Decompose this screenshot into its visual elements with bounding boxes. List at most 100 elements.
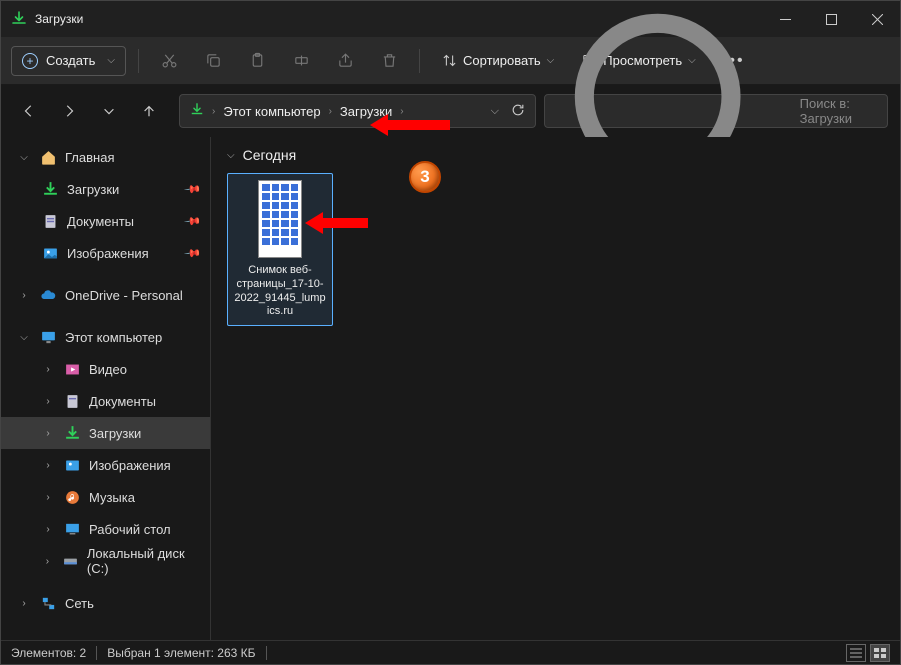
chevron-down-icon: ⌵ (107, 55, 115, 66)
desktop-icon (63, 520, 81, 538)
back-button[interactable] (13, 95, 45, 127)
sidebar-item-downloads[interactable]: Загрузки 📌 (1, 173, 210, 205)
sidebar-item-label: Изображения (89, 458, 171, 473)
sidebar-item-documents2[interactable]: › Документы (1, 385, 210, 417)
status-item-count: Элементов: 2 (11, 646, 86, 660)
chevron-right-icon: › (329, 106, 332, 117)
file-item-selected[interactable]: Снимок веб-страницы_17-10-2022_91445_lum… (227, 173, 333, 326)
sidebar-item-label: Локальный диск (C:) (87, 546, 200, 576)
annotation-arrow (305, 212, 368, 234)
file-name: Снимок веб-страницы_17-10-2022_91445_lum… (234, 264, 326, 319)
plus-icon: + (22, 53, 38, 69)
window-title: Загрузки (35, 12, 83, 26)
chevron-right-icon: › (212, 106, 215, 117)
music-icon (63, 488, 81, 506)
file-thumbnail (258, 180, 302, 258)
sidebar-item-label: Музыка (89, 490, 135, 505)
status-selection: Выбран 1 элемент: 263 КБ (107, 646, 255, 660)
share-icon[interactable] (327, 45, 363, 77)
copy-icon[interactable] (195, 45, 231, 77)
sidebar-item-label: Документы (67, 214, 134, 229)
search-input[interactable]: Поиск в: Загрузки (544, 94, 888, 128)
new-button[interactable]: + Создать ⌵ (11, 46, 126, 76)
chevron-down-icon[interactable]: ⌵ (491, 105, 499, 118)
sidebar-item-desktop[interactable]: › Рабочий стол (1, 513, 210, 545)
sidebar-item-music[interactable]: › Музыка (1, 481, 210, 513)
sidebar-item-documents[interactable]: Документы 📌 (1, 205, 210, 237)
chevron-down-icon: ⌵ (17, 152, 31, 163)
downloads-icon (41, 180, 59, 198)
maximize-button[interactable] (808, 1, 854, 37)
downloads-icon (190, 103, 204, 120)
view-icons-button[interactable] (870, 644, 890, 662)
chevron-right-icon: › (17, 290, 31, 301)
group-header[interactable]: ⌵ Сегодня (227, 147, 884, 163)
chevron-right-icon: › (41, 556, 54, 567)
home-icon (39, 148, 57, 166)
sidebar-item-home[interactable]: ⌵ Главная (1, 141, 210, 173)
body: ⌵ Главная Загрузки 📌 Документы 📌 Изображ… (1, 137, 900, 640)
downloads-icon (63, 424, 81, 442)
documents-icon (63, 392, 81, 410)
address-bar[interactable]: › Этот компьютер › Загрузки › ⌵ (179, 94, 536, 128)
sidebar-item-thispc[interactable]: ⌵ Этот компьютер (1, 321, 210, 353)
recent-button[interactable] (93, 95, 125, 127)
sidebar-item-label: Главная (65, 150, 114, 165)
cut-icon[interactable] (151, 45, 187, 77)
chevron-down-icon: ⌵ (547, 55, 555, 66)
sidebar: ⌵ Главная Загрузки 📌 Документы 📌 Изображ… (1, 137, 211, 640)
pin-icon: 📌 (184, 180, 203, 199)
annotation-badge-3: 3 (409, 161, 441, 193)
new-button-label: Создать (46, 53, 95, 68)
sidebar-item-label: Этот компьютер (65, 330, 162, 345)
annotation-arrow (370, 114, 450, 136)
forward-button[interactable] (53, 95, 85, 127)
group-label: Сегодня (243, 147, 297, 163)
close-button[interactable] (854, 1, 900, 37)
sidebar-item-label: Загрузки (89, 426, 141, 441)
monitor-icon (39, 328, 57, 346)
chevron-down-icon: ⌵ (17, 332, 31, 343)
chevron-right-icon: › (41, 396, 55, 407)
chevron-right-icon: › (41, 460, 55, 471)
sidebar-item-label: Изображения (67, 246, 149, 261)
sidebar-item-label: Документы (89, 394, 156, 409)
pin-icon: 📌 (184, 244, 203, 263)
chevron-right-icon: › (41, 524, 55, 535)
sidebar-item-label: Сеть (65, 596, 94, 611)
pictures-icon (41, 244, 59, 262)
pin-icon: 📌 (184, 212, 203, 231)
sidebar-item-label: Рабочий стол (89, 522, 171, 537)
chevron-down-icon: ⌵ (227, 150, 235, 161)
sidebar-item-pictures[interactable]: Изображения 📌 (1, 237, 210, 269)
sort-label: Сортировать (463, 53, 541, 68)
delete-icon[interactable] (371, 45, 407, 77)
paste-icon[interactable] (239, 45, 275, 77)
status-bar: Элементов: 2 Выбран 1 элемент: 263 КБ (1, 640, 900, 664)
sidebar-item-downloads2[interactable]: › Загрузки (1, 417, 210, 449)
file-explorer-window: Загрузки + Создать ⌵ Сортировать ⌵ Просм… (0, 0, 901, 665)
sidebar-item-label: Видео (89, 362, 127, 377)
pictures-icon (63, 456, 81, 474)
address-row: › Этот компьютер › Загрузки › ⌵ Поиск в:… (1, 85, 900, 137)
sidebar-item-onedrive[interactable]: › OneDrive - Personal (1, 279, 210, 311)
chevron-right-icon: › (17, 598, 31, 609)
sidebar-item-pictures2[interactable]: › Изображения (1, 449, 210, 481)
content-pane[interactable]: ⌵ Сегодня Снимок веб-страницы_17-10-2022… (211, 137, 900, 640)
videos-icon (63, 360, 81, 378)
chevron-right-icon: › (41, 364, 55, 375)
view-details-button[interactable] (846, 644, 866, 662)
documents-icon (41, 212, 59, 230)
separator (96, 646, 97, 660)
sort-icon (442, 53, 457, 68)
sidebar-item-videos[interactable]: › Видео (1, 353, 210, 385)
refresh-button[interactable] (511, 103, 525, 120)
sidebar-item-localdisk[interactable]: › Локальный диск (C:) (1, 545, 210, 577)
sidebar-item-network[interactable]: › Сеть (1, 587, 210, 619)
sort-button[interactable]: Сортировать ⌵ (432, 47, 564, 74)
sidebar-item-label: OneDrive - Personal (65, 288, 183, 303)
rename-icon[interactable] (283, 45, 319, 77)
up-button[interactable] (133, 95, 165, 127)
breadcrumb-segment[interactable]: Этот компьютер (223, 104, 320, 119)
disk-icon (62, 552, 79, 570)
